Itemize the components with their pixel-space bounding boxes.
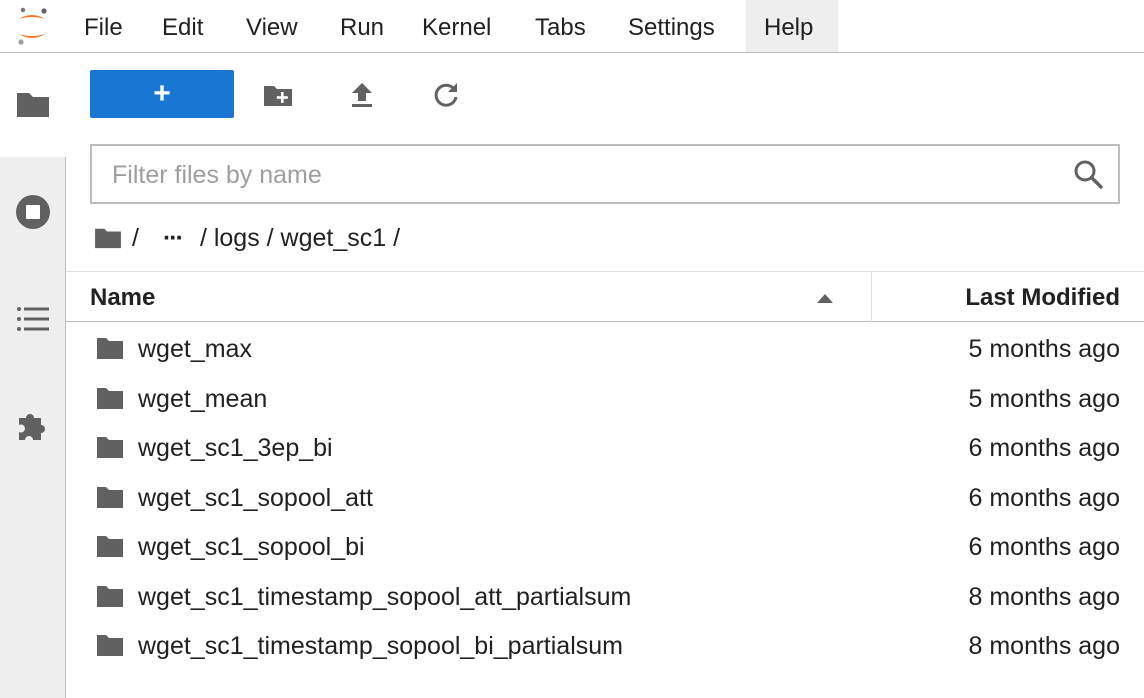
file-last-modified: 6 months ago [968,483,1121,512]
file-list: wget_max 5 months ago wget_mean 5 months… [66,324,1144,671]
menu-tabs[interactable]: Tabs [517,0,604,52]
menu-view[interactable]: View [228,0,316,52]
file-last-modified: 6 months ago [968,533,1121,561]
list-item[interactable]: wget_sc1_timestamp_sopool_bi_partialsum … [66,621,1144,671]
refresh-icon[interactable] [431,80,461,110]
column-header-last-modified[interactable]: Last Modified [965,272,1120,324]
file-name: wget_max [138,335,252,363]
menu-help[interactable]: Help [746,0,838,52]
list-item[interactable]: wget_sc1_sopool_bi 6 months ago [66,522,1144,572]
breadcrumb: / ··· / logs / wget_sc1 / [94,218,410,258]
file-name: wget_sc1_timestamp_sopool_bi_partialsum [138,632,623,660]
breadcrumb-root-separator: / [132,223,139,252]
list-item[interactable]: wget_sc1_timestamp_sopool_att_partialsum… [66,572,1144,622]
list-item[interactable]: wget_sc1_sopool_att 6 months ago [66,473,1144,523]
sidebar-tab-file-browser[interactable] [0,53,66,157]
list-item[interactable]: wget_max 5 months ago [66,324,1144,374]
list-item[interactable]: wget_mean 5 months ago [66,374,1144,424]
file-last-modified: 5 months ago [968,335,1121,363]
folder-icon [97,338,123,359]
extension-puzzle-icon[interactable] [15,406,51,442]
folder-icon [97,486,123,508]
folder-icon [17,93,49,117]
sort-ascending-icon[interactable] [816,292,834,304]
filter-files-input[interactable] [110,146,1074,204]
file-list-header: Name Last Modified [66,271,1144,322]
file-name: wget_sc1_sopool_att [138,483,373,512]
folder-icon [97,585,123,607]
list-item[interactable]: wget_sc1_3ep_bi 6 months ago [66,423,1144,473]
column-divider[interactable] [871,272,872,322]
file-name: wget_mean [138,384,268,413]
jupyter-logo-icon[interactable] [13,5,51,47]
breadcrumb-path[interactable]: / logs / wget_sc1 / [200,224,400,253]
breadcrumb-home-folder-icon[interactable] [94,226,122,250]
running-stop-icon[interactable] [15,194,51,230]
file-last-modified: 5 months ago [968,384,1121,413]
file-name: wget_sc1_3ep_bi [138,434,333,462]
menu-edit[interactable]: Edit [144,0,221,52]
folder-icon [97,387,123,409]
plus-icon: + [153,77,171,110]
folder-icon [97,536,123,557]
left-sidebar [0,53,66,698]
menu-run[interactable]: Run [322,0,402,52]
menu-file[interactable]: File [66,0,141,52]
file-name: wget_sc1_timestamp_sopool_att_partialsum [138,582,632,611]
menu-kernel[interactable]: Kernel [404,0,509,52]
new-folder-icon[interactable] [263,80,293,110]
breadcrumb-ellipsis[interactable]: ··· [163,224,184,253]
folder-icon [97,437,123,458]
folder-icon [97,635,123,656]
search-icon[interactable] [1072,158,1104,190]
file-name: wget_sc1_sopool_bi [138,533,365,561]
menu-settings[interactable]: Settings [610,0,733,52]
file-last-modified: 8 months ago [968,582,1121,611]
column-header-name[interactable]: Name [90,272,155,324]
filter-box [90,144,1120,204]
table-of-contents-icon[interactable] [15,301,51,337]
menu-bar: File Edit View Run Kernel Tabs Settings … [0,0,1144,53]
file-last-modified: 6 months ago [968,434,1121,462]
file-last-modified: 8 months ago [968,632,1121,660]
new-launcher-button[interactable]: + [90,70,234,118]
upload-icon[interactable] [347,80,377,110]
